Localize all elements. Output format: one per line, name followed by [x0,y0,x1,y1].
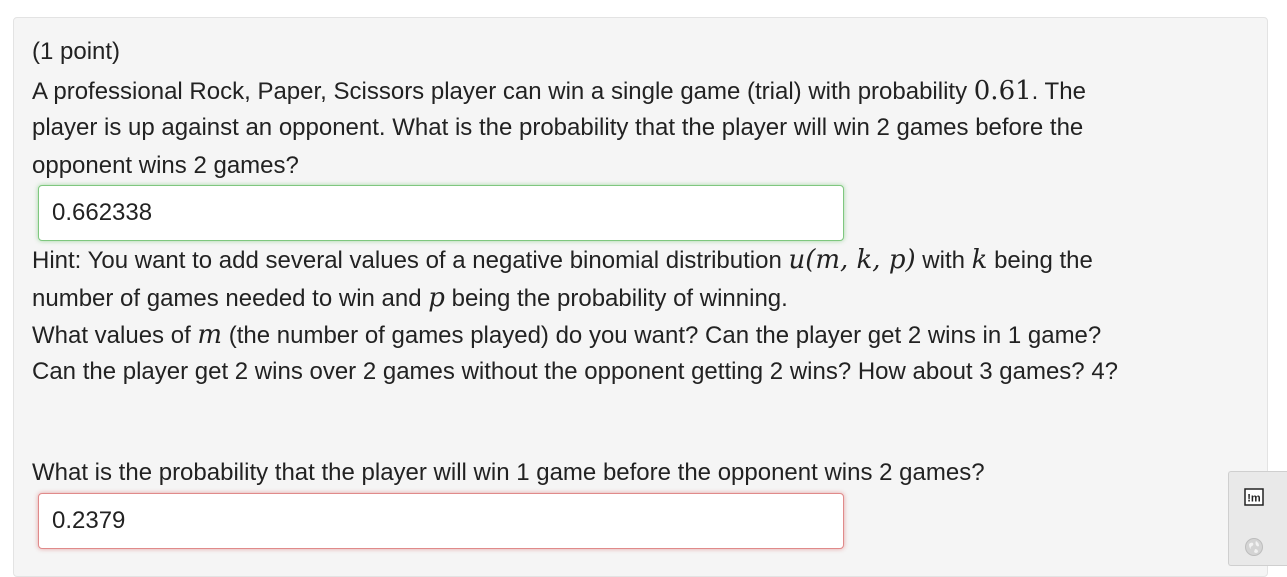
answer-input-1[interactable] [38,185,844,241]
hint-text-2: with [915,247,972,274]
mathml-editor-icon[interactable]: !m [1243,486,1265,508]
hint-line-2: number of games needed to win and p bein… [32,283,788,314]
globe-svg [1245,538,1263,556]
mathml-editor-label: !m [1247,493,1261,505]
hint-math-k: k [971,245,988,275]
hint-math-u: u(m, k, p) [788,245,916,275]
problem-line-2: player is up against an opponent. What i… [32,114,1084,141]
hint-text-1: Hint: You want to add several values of … [32,247,789,274]
answer-input-2[interactable] [38,493,844,549]
hint-text-6: What values of [32,322,198,349]
hint-math-m: m [197,320,223,350]
probability-value: 0.61 [973,76,1032,106]
problem-line-1-end: . The [1031,78,1086,105]
problem-line-3: opponent wins 2 games? [32,152,299,179]
problem-line-1-text: A professional Rock, Paper, Scissors pla… [32,78,974,105]
hint-text-7: (the number of games played) do you want… [222,322,1102,349]
hint-line-4: Can the player get 2 wins over 2 games w… [32,358,1119,385]
hint-text-3: being the [987,247,1093,274]
hint-line-1: Hint: You want to add several values of … [32,245,1093,276]
question-2: What is the probability that the player … [32,459,985,486]
globe-icon[interactable] [1243,536,1265,558]
hint-math-p: p [428,283,445,313]
problem-line-1: A professional Rock, Paper, Scissors pla… [32,76,1086,107]
hint-line-3: What values of m (the number of games pl… [32,320,1101,351]
mathml-editor-svg: !m [1244,488,1264,506]
problem-points: (1 point) [32,38,121,65]
math-tools-panel: !m [1228,471,1287,566]
hint-text-5: being the probability of winning. [444,285,788,312]
hint-text-4: number of games needed to win and [32,285,429,312]
